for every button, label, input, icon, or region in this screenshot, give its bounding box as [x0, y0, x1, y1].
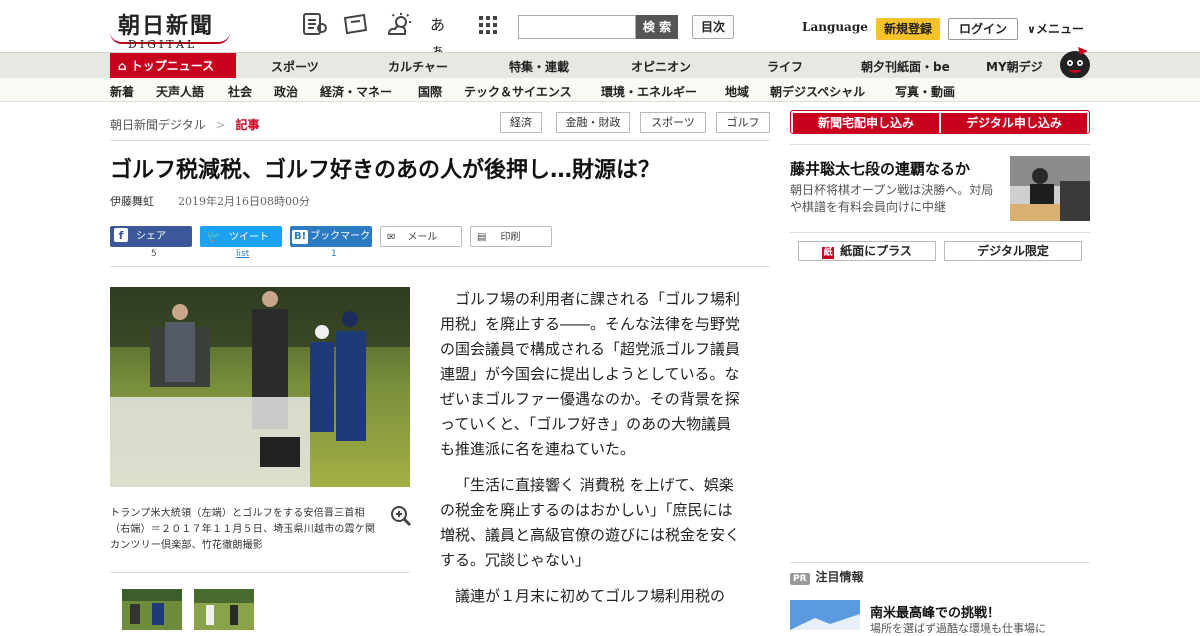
subnav-local[interactable]: 地域 [725, 83, 749, 100]
weather-icon[interactable] [386, 12, 414, 38]
subnav-environment[interactable]: 環境・エネルギー [601, 83, 697, 100]
nav-item-opinion[interactable]: オピニオン [631, 58, 691, 75]
article-date: 2019年2月16日08時00分 [178, 195, 310, 208]
tag-golf[interactable]: ゴルフ [716, 112, 770, 133]
bookmark-count[interactable]: 1 [331, 249, 337, 259]
pr-section-title: PR 注目情報 [790, 568, 864, 585]
twitter-icon: 🐦 [206, 229, 221, 243]
asahi-logo[interactable]: 朝日新聞 DIGITAL [110, 8, 230, 51]
pr-subtext: 場所を選ばず過酷な環境も仕事場に [870, 622, 1046, 635]
main-nav: ⌂ トップニュース スポーツ カルチャー 特集・連載 オピニオン ライフ 朝夕刊… [0, 47, 1200, 79]
article-author[interactable]: 伊藤舞虹 [110, 193, 154, 209]
zoom-in-icon[interactable] [390, 505, 412, 527]
subnav-latest[interactable]: 新着 [110, 83, 134, 100]
header: 朝日新聞 DIGITAL あぁ 検 索 目次 Language 新規登録 ログイ… [0, 0, 1200, 60]
article-photo[interactable] [110, 287, 410, 487]
language-link[interactable]: Language [802, 20, 868, 34]
grid-menu-icon[interactable] [478, 12, 506, 38]
feature-image[interactable] [1010, 156, 1090, 221]
logo-subtext: DIGITAL [128, 38, 198, 51]
nav-item-my[interactable]: MY朝デジ [986, 58, 1043, 75]
home-icon: ⌂ [118, 59, 131, 73]
mail-button[interactable]: ✉ メール [380, 226, 462, 247]
sub-nav: 新着 天声人語 社会 政治 経済・マネー 国際 テック＆サイエンス 環境・エネル… [0, 78, 1200, 102]
article-paragraph: 「生活に直接響く 消費税 を上げて、娯楽の税金を廃止するのはおかしい」「庶民には… [440, 476, 741, 569]
chevron-down-icon: ∨ [1027, 23, 1036, 36]
printer-icon: ▤ [477, 232, 487, 243]
register-button[interactable]: 新規登録 [876, 18, 940, 40]
article-paragraph: ゴルフ場の利用者に課される「ゴルフ場利用税」を廃止する――。そんな法律を与野党の… [440, 290, 741, 458]
breadcrumb-root[interactable]: 朝日新聞デジタル [110, 118, 206, 132]
menu-label: メニュー [1035, 22, 1084, 36]
share-count: 5 [151, 249, 157, 259]
print-button[interactable]: ▤ 印刷 [470, 226, 552, 247]
search-button[interactable]: 検 索 [636, 15, 678, 39]
tag-finance[interactable]: 金融・財政 [556, 112, 630, 133]
font-size-icon[interactable]: あぁ [430, 12, 458, 60]
feature-description: 朝日杯将棋オープン戦は決勝へ。対局や棋譜を有料会員向けに中継 [790, 183, 994, 214]
subnav-economy[interactable]: 経済・マネー [320, 83, 392, 100]
breadcrumb-current: 記事 [235, 118, 260, 132]
newspaper-icon[interactable] [302, 12, 330, 38]
mail-icon: ✉ [387, 232, 396, 243]
facebook-share-button[interactable]: f シェア [110, 226, 192, 247]
pr-badge: PR [790, 573, 810, 585]
mascot-icon[interactable] [1058, 43, 1092, 79]
pr-headline[interactable]: 南米最高峰での挑戦！ [870, 602, 1000, 621]
subnav-photo[interactable]: 写真・動画 [895, 83, 955, 100]
tweet-count[interactable]: list [236, 249, 249, 259]
nav-item-life[interactable]: ライフ [767, 58, 803, 75]
article-paragraph: 議連が１月末に初めてゴルフ場利用税の [455, 587, 726, 605]
subnav-politics[interactable]: 政治 [274, 83, 298, 100]
tag-economy[interactable]: 経済 [500, 112, 542, 133]
photo-thumbnail[interactable] [194, 589, 254, 630]
feature-title[interactable]: 藤井聡太七段の連覇なるか [790, 158, 970, 179]
search-input[interactable] [518, 15, 636, 39]
subscribe-box: 新聞宅配申し込み デジタル申し込み [790, 110, 1090, 134]
article-title: ゴルフ税減税、ゴルフ好きのあの人が後押し…財源は？ [110, 158, 661, 183]
subnav-tech[interactable]: テック＆サイエンス [464, 83, 572, 100]
subscribe-digital-button[interactable]: デジタル申し込み [941, 113, 1087, 133]
breadcrumb: 朝日新聞デジタル > 記事 [110, 118, 260, 132]
hatena-icon: B! [292, 230, 309, 244]
pr-image[interactable] [790, 600, 860, 630]
paper-plus-icon: 紙 [822, 247, 835, 259]
nav-top-news[interactable]: ⌂ トップニュース [110, 53, 236, 79]
subnav-world[interactable]: 国際 [418, 83, 442, 100]
subscribe-paper-button[interactable]: 新聞宅配申し込み [793, 113, 939, 133]
nav-item-sports[interactable]: スポーツ [271, 58, 319, 75]
login-button[interactable]: ログイン [948, 18, 1018, 40]
hatena-bookmark-button[interactable]: B! ブックマーク [290, 226, 372, 247]
ticket-icon[interactable] [342, 12, 370, 38]
tweet-button[interactable]: 🐦 ツイート [200, 226, 282, 247]
tag-sports[interactable]: スポーツ [640, 112, 706, 133]
digital-only-button[interactable]: デジタル限定 [944, 241, 1082, 261]
article-body: ゴルフ場の利用者に課される「ゴルフ場利用税」を廃止する――。そんな法律を与野党の… [440, 287, 746, 620]
subnav-society[interactable]: 社会 [228, 83, 252, 100]
toc-button[interactable]: 目次 [692, 15, 734, 39]
subnav-special[interactable]: 朝デジスペシャル [770, 83, 865, 100]
paper-plus-button[interactable]: 紙紙面にプラス [798, 241, 936, 261]
nav-item-culture[interactable]: カルチャー [388, 58, 448, 75]
subnav-tensei[interactable]: 天声人語 [156, 83, 204, 100]
photo-caption: トランプ米大統領（左端）とゴルフをする安倍晋三首相（右端）＝２０１７年１１月５日… [110, 508, 376, 551]
nav-item-paper[interactable]: 朝夕刊紙面・be [861, 58, 950, 75]
photo-thumbnail[interactable] [122, 589, 182, 630]
facebook-icon: f [114, 228, 128, 242]
menu-button[interactable]: ∨メニュー [1027, 20, 1084, 37]
nav-item-features[interactable]: 特集・連載 [509, 58, 569, 75]
